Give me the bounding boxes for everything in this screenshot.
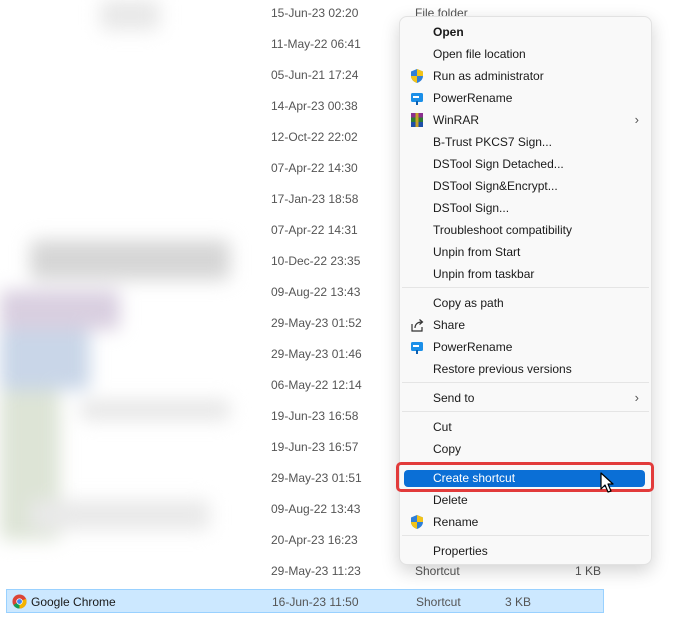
powerrename-icon <box>411 342 423 354</box>
menu-separator <box>402 382 649 383</box>
uac-shield-icon <box>411 69 423 83</box>
menu-item-unpin-start[interactable]: Unpin from Start <box>400 241 651 263</box>
menu-item-dstool-sign-detached[interactable]: DSTool Sign Detached... <box>400 153 651 175</box>
menu-item-dstool-sign[interactable]: DSTool Sign... <box>400 197 651 219</box>
menu-item-winrar[interactable]: WinRAR › <box>400 109 651 131</box>
selected-file-row[interactable]: Google Chrome 16-Jun-23 11:50 Shortcut 3… <box>6 589 604 613</box>
chevron-right-icon: › <box>634 112 639 127</box>
menu-item-copy-as-path[interactable]: Copy as path <box>400 292 651 314</box>
menu-item-open[interactable]: Open <box>400 21 651 43</box>
powerrename-icon <box>411 93 423 105</box>
menu-separator <box>402 411 649 412</box>
file-name: Google Chrome <box>31 595 116 609</box>
menu-item-run-as-administrator[interactable]: Run as administrator <box>400 65 651 87</box>
menu-item-powerrename-2[interactable]: PowerRename <box>400 336 651 358</box>
chevron-right-icon: › <box>634 390 639 405</box>
mouse-cursor-icon <box>600 472 614 493</box>
menu-separator <box>402 287 649 288</box>
menu-item-dstool-sign-encrypt[interactable]: DSTool Sign&Encrypt... <box>400 175 651 197</box>
menu-item-restore-previous-versions[interactable]: Restore previous versions <box>400 358 651 380</box>
menu-item-powerrename[interactable]: PowerRename <box>400 87 651 109</box>
menu-item-open-file-location[interactable]: Open file location <box>400 43 651 65</box>
menu-item-rename[interactable]: Rename <box>400 511 651 533</box>
menu-item-troubleshoot[interactable]: Troubleshoot compatibility <box>400 219 651 241</box>
menu-item-properties[interactable]: Properties <box>400 540 651 562</box>
menu-item-copy[interactable]: Copy <box>400 438 651 460</box>
menu-item-btrust-sign[interactable]: B-Trust PKCS7 Sign... <box>400 131 651 153</box>
chrome-icon <box>12 594 27 609</box>
winrar-icon <box>411 113 423 127</box>
menu-separator <box>402 535 649 536</box>
menu-item-cut[interactable]: Cut <box>400 416 651 438</box>
uac-shield-icon <box>411 515 423 529</box>
menu-item-send-to[interactable]: Send to › <box>400 387 651 409</box>
menu-item-share[interactable]: Share <box>400 314 651 336</box>
menu-item-unpin-taskbar[interactable]: Unpin from taskbar <box>400 263 651 285</box>
share-icon <box>411 319 424 332</box>
